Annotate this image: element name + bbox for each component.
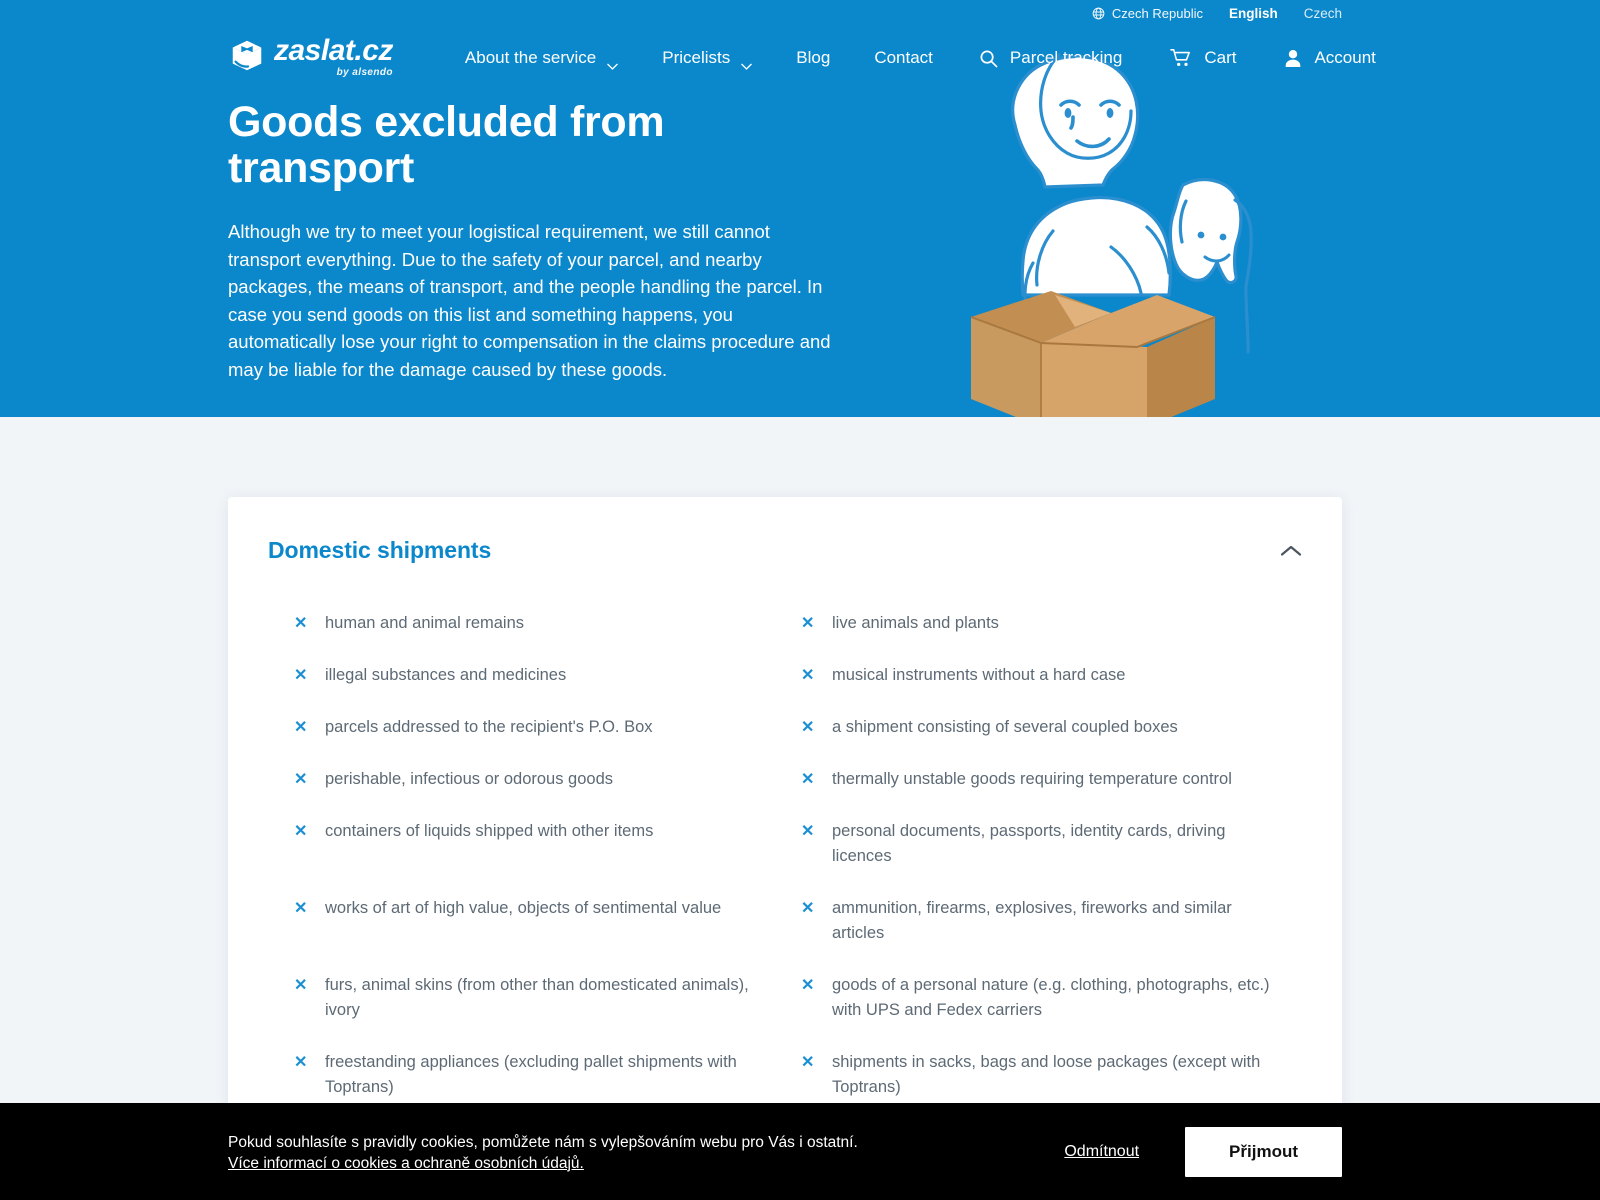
logo-tagline: by alsendo: [336, 66, 393, 78]
list-item-label: freestanding appliances (excluding palle…: [325, 1053, 737, 1096]
cross-icon: ✕: [801, 823, 815, 840]
nav-item-contact[interactable]: Contact: [852, 48, 955, 68]
country-selector[interactable]: Czech Republic: [1092, 6, 1203, 21]
list-item-label: ammunition, firearms, explosives, firewo…: [832, 899, 1232, 942]
language-czech[interactable]: Czech: [1304, 6, 1342, 21]
nav-label: Pricelists: [662, 48, 731, 67]
parcel-tracking-label: Parcel tracking: [1009, 48, 1123, 67]
cookie-decline-button[interactable]: Odmítnout: [1062, 1137, 1141, 1167]
list-item-label: personal documents, passports, identity …: [832, 822, 1226, 865]
list-item: ✕ works of art of high value, objects of …: [294, 896, 769, 973]
cross-icon: ✕: [801, 719, 815, 736]
exclusion-lists: ✕ human and animal remains ✕ live animals …: [268, 611, 1302, 1179]
list-item-label: shipments in sacks, bags and loose packa…: [832, 1053, 1261, 1096]
nav-item-blog[interactable]: Blog: [774, 48, 852, 68]
list-item: ✕ live animals and plants: [801, 611, 1276, 663]
cart-button[interactable]: Cart: [1146, 48, 1260, 68]
utility-topbar: Czech Republic English Czech: [0, 0, 1600, 27]
cross-icon: ✕: [801, 977, 815, 994]
cross-icon: ✕: [294, 667, 308, 684]
country-label: Czech Republic: [1111, 6, 1203, 21]
cookie-message: Pokud souhlasíte s pravidly cookies, pom…: [228, 1133, 858, 1151]
nav-label: Blog: [796, 48, 831, 67]
chevron-down-icon: [607, 56, 619, 71]
list-item: ✕ ammunition, firearms, explosives, firew…: [801, 896, 1276, 973]
cart-icon: [1170, 48, 1192, 68]
list-item: ✕ human and animal remains: [294, 611, 769, 663]
list-item-label: thermally unstable goods requiring tempe…: [832, 770, 1232, 788]
list-item: ✕ furs, animal skins (from other than dom…: [294, 973, 769, 1050]
nav-item-about-the-service[interactable]: About the service: [443, 48, 640, 71]
cookie-policy-link[interactable]: Více informací o cookies a ochraně osobn…: [228, 1155, 584, 1172]
list-item: ✕ parcels addressed to the recipient's P.…: [294, 715, 769, 767]
account-label: Account: [1314, 48, 1376, 67]
cross-icon: ✕: [294, 719, 308, 736]
list-item-label: live animals and plants: [832, 614, 999, 632]
cross-icon: ✕: [294, 900, 308, 917]
list-item: ✕ musical instruments without a hard case: [801, 663, 1276, 715]
page-title: Goods excluded from transport: [228, 98, 665, 192]
nav-item-pricelists[interactable]: Pricelists: [640, 48, 774, 71]
list-item-label: parcels addressed to the recipient's P.O…: [325, 718, 653, 736]
list-item: ✕ containers of liquids shipped with othe…: [294, 819, 769, 896]
list-item-label: furs, animal skins (from other than dome…: [325, 976, 749, 1019]
cookie-actions: Odmítnout Přijmout: [1062, 1126, 1342, 1177]
nav-actions: Parcel tracking Cart Account: [955, 48, 1376, 68]
user-icon: [1284, 49, 1302, 68]
main-navigation: zaslat.cz by alsendo About the service P…: [0, 27, 1600, 89]
cross-icon: ✕: [294, 771, 308, 788]
box-logo-icon: [232, 40, 262, 70]
cross-icon: ✕: [294, 823, 308, 840]
account-button[interactable]: Account: [1260, 48, 1376, 68]
cross-icon: ✕: [801, 771, 815, 788]
chevron-down-icon: [741, 56, 753, 71]
cross-icon: ✕: [801, 667, 815, 684]
hero-content: Goods excluded from transport Although w…: [0, 89, 1600, 383]
section-title: Domestic shipments: [268, 537, 492, 563]
list-item-label: human and animal remains: [325, 614, 525, 632]
list-item-label: works of art of high value, objects of s…: [325, 899, 722, 917]
list-item: ✕ goods of a personal nature (e.g. clothi…: [801, 973, 1276, 1050]
list-item-label: containers of liquids shipped with other…: [325, 822, 654, 840]
list-item-label: goods of a personal nature (e.g. clothin…: [832, 976, 1270, 1019]
cross-icon: ✕: [294, 977, 308, 994]
list-item: ✕ perishable, infectious or odorous goods: [294, 767, 769, 819]
page-intro-paragraph: Although we try to meet your logistical …: [228, 221, 831, 380]
nav-label: About the service: [464, 48, 597, 67]
list-item-label: illegal substances and medicines: [325, 666, 567, 684]
cross-icon: ✕: [801, 900, 815, 917]
list-item: ✕ personal documents, passports, identity…: [801, 819, 1276, 896]
list-item-label: a shipment consisting of several coupled…: [832, 718, 1178, 736]
chevron-up-icon[interactable]: [1280, 544, 1302, 558]
cross-icon: ✕: [294, 615, 308, 632]
cart-label: Cart: [1204, 48, 1237, 67]
language-english[interactable]: English: [1229, 6, 1278, 21]
primary-nav-items: About the service Pricelists Blog Contac…: [443, 48, 955, 71]
list-item: ✕ a shipment consisting of several couple…: [801, 715, 1276, 767]
exclusions-card: Domestic shipments ✕ human and animal rem…: [228, 497, 1342, 1200]
cross-icon: ✕: [294, 1054, 308, 1071]
cross-icon: ✕: [801, 615, 815, 632]
logo-wordmark: zaslat.cz: [274, 33, 393, 67]
parcel-tracking-button[interactable]: Parcel tracking: [955, 48, 1146, 68]
domestic-shipments-accordion-header[interactable]: Domestic shipments: [268, 537, 1302, 564]
list-item: ✕ thermally unstable goods requiring temp…: [801, 767, 1276, 819]
site-header: Czech Republic English Czech zaslat.cz b…: [0, 0, 1600, 417]
cookie-accept-button[interactable]: Přijmout: [1185, 1126, 1342, 1177]
list-item-label: musical instruments without a hard case: [832, 666, 1126, 684]
main-content: Domestic shipments ✕ human and animal rem…: [0, 417, 1600, 1200]
nav-label: Contact: [874, 48, 933, 67]
search-icon: [979, 49, 998, 68]
cross-icon: ✕: [801, 1054, 815, 1071]
cookie-consent-banner: Pokud souhlasíte s pravidly cookies, pom…: [0, 1103, 1600, 1200]
site-logo[interactable]: zaslat.cz by alsendo: [228, 33, 393, 78]
list-item: ✕ illegal substances and medicines: [294, 663, 769, 715]
globe-icon: [1092, 7, 1105, 20]
list-item-label: perishable, infectious or odorous goods: [325, 770, 614, 788]
